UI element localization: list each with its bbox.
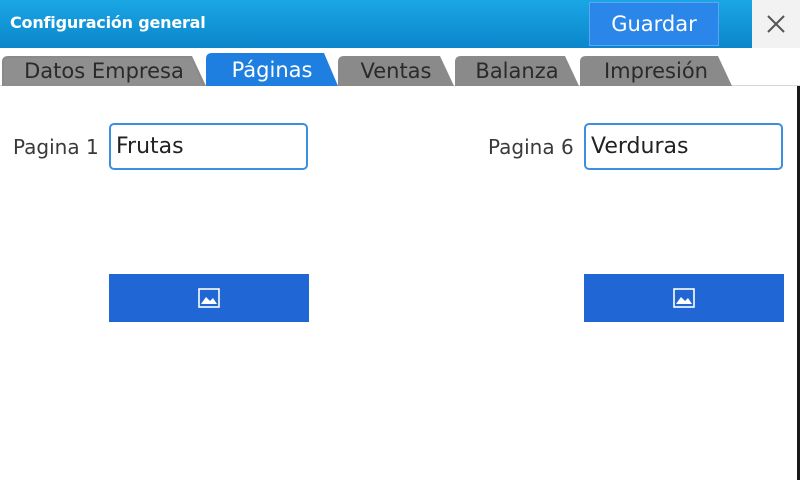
tab-ventas[interactable]: Ventas [338,56,454,86]
close-button[interactable] [752,0,800,48]
page-1-name-input[interactable] [109,123,308,170]
tab-label: Impresión [603,59,708,83]
tab-impresion[interactable]: Impresión [580,56,732,86]
tab-paginas[interactable]: Páginas [206,53,338,86]
tab-balanza[interactable]: Balanza [455,56,579,86]
tab-label: Páginas [231,57,313,82]
page-6-image-button[interactable] [584,274,784,322]
image-icon [673,288,695,308]
page-6-label: Pagina 6 [488,135,574,159]
tab-label: Ventas [360,59,432,83]
tab-label: Balanza [475,59,559,83]
tab-label: Datos Empresa [24,59,184,83]
page-1-label: Pagina 1 [13,135,99,159]
tab-datos-empresa[interactable]: Datos Empresa [2,56,206,86]
page-6-name-input[interactable] [584,123,783,170]
image-icon [198,288,220,308]
title-bar: Configuración general Guardar [0,0,752,48]
tab-bar: Datos Empresa Ventas Balanza Impresión P… [0,48,800,86]
close-icon [767,15,785,33]
save-button[interactable]: Guardar [589,2,719,46]
window-title: Configuración general [10,13,206,32]
page-1-image-button[interactable] [109,274,309,322]
